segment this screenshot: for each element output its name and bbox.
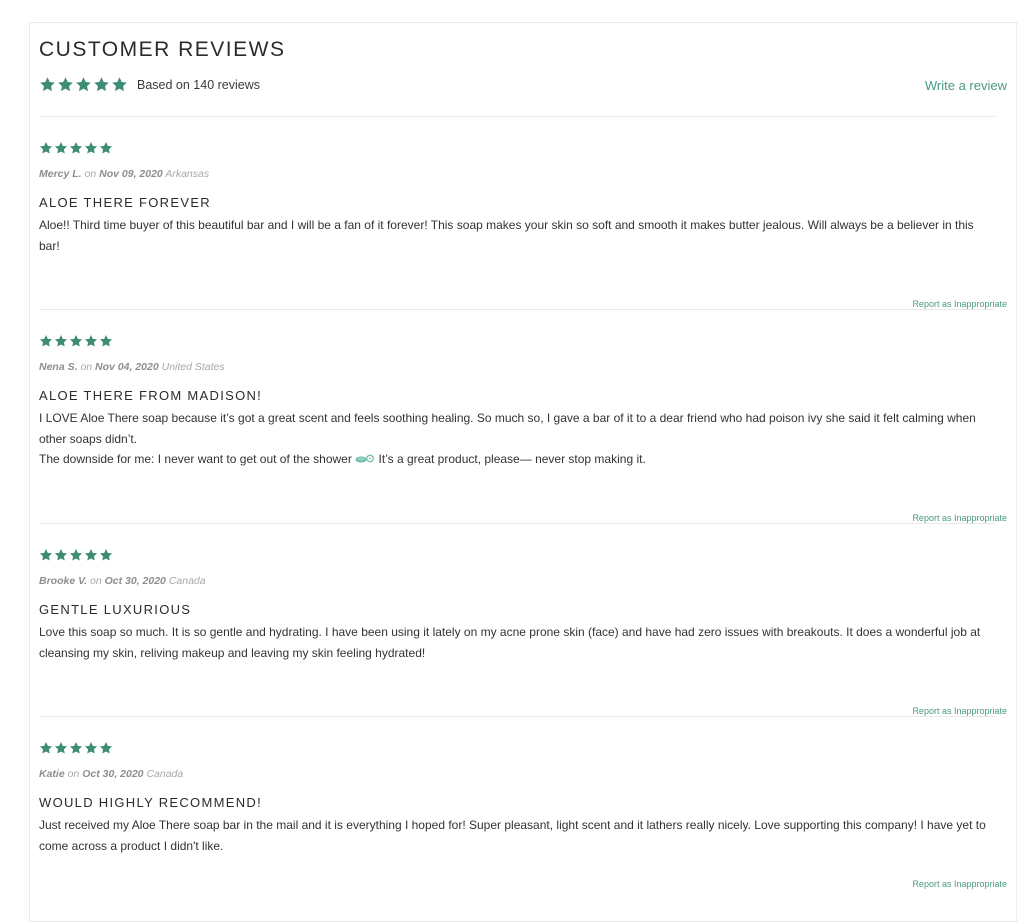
review-stars xyxy=(39,334,113,348)
review-body-text: The downside for me: I never want to get… xyxy=(39,452,352,466)
review-stars xyxy=(39,141,113,155)
star-icon xyxy=(99,334,113,348)
review-stars xyxy=(39,548,113,562)
review-author: Brooke V. xyxy=(39,575,88,587)
star-icon xyxy=(99,741,113,755)
star-icon xyxy=(39,334,53,348)
review-summary: Based on 140 reviews xyxy=(39,76,260,93)
star-icon xyxy=(84,141,98,155)
report-inappropriate-link[interactable]: Report as Inappropriate xyxy=(912,706,1007,716)
star-icon xyxy=(111,76,128,93)
review-author: Nena S. xyxy=(39,361,78,373)
review-body-paragraph: Aloe!! Third time buyer of this beautifu… xyxy=(39,218,974,253)
star-icon xyxy=(84,548,98,562)
review-author: Katie xyxy=(39,768,65,780)
star-icon xyxy=(69,548,83,562)
star-icon xyxy=(54,334,68,348)
star-icon xyxy=(99,141,113,155)
review-on-label: on xyxy=(89,575,102,587)
review-meta: Brooke V. on Oct 30, 2020 Canada xyxy=(39,575,206,587)
review-on-label: on xyxy=(84,168,97,180)
report-inappropriate-link[interactable]: Report as Inappropriate xyxy=(912,299,1007,309)
star-icon xyxy=(57,76,74,93)
review-stars xyxy=(39,741,113,755)
review-date: Oct 30, 2020 xyxy=(82,768,144,780)
review-on-label: on xyxy=(67,768,80,780)
divider xyxy=(39,116,995,117)
star-icon xyxy=(69,741,83,755)
star-icon xyxy=(39,741,53,755)
star-icon xyxy=(84,741,98,755)
review-body: Love this soap so much. It is so gentle … xyxy=(39,622,997,663)
review-location: United States xyxy=(161,361,225,373)
star-icon xyxy=(75,76,92,93)
star-icon xyxy=(39,548,53,562)
star-icon xyxy=(93,76,110,93)
divider xyxy=(39,716,995,717)
review-location: Arkansas xyxy=(165,168,210,180)
review-location: Canada xyxy=(146,768,184,780)
review-title: ALOE THERE FOREVER xyxy=(39,195,211,210)
star-icon xyxy=(54,741,68,755)
review-on-label: on xyxy=(80,361,93,373)
review-location: Canada xyxy=(168,575,206,587)
report-inappropriate-link[interactable]: Report as Inappropriate xyxy=(912,513,1007,523)
soap-bubbles-icon xyxy=(355,450,375,471)
star-icon xyxy=(39,141,53,155)
review-body: I LOVE Aloe There soap because it’s got … xyxy=(39,408,997,471)
review-title: WOULD HIGHLY RECOMMEND! xyxy=(39,795,262,810)
review-title: GENTLE LUXURIOUS xyxy=(39,602,192,617)
review-date: Nov 09, 2020 xyxy=(99,168,163,180)
summary-text: Based on 140 reviews xyxy=(137,77,260,92)
reviews-heading: CUSTOMER REVIEWS xyxy=(39,38,286,61)
review-body: Just received my Aloe There soap bar in … xyxy=(39,815,997,856)
star-icon xyxy=(69,141,83,155)
report-inappropriate-link[interactable]: Report as Inappropriate xyxy=(912,879,1007,889)
review-title: ALOE THERE FROM MADISON! xyxy=(39,388,263,403)
review-body: Aloe!! Third time buyer of this beautifu… xyxy=(39,215,997,256)
star-icon xyxy=(69,334,83,348)
star-icon xyxy=(54,141,68,155)
review-author: Mercy L. xyxy=(39,168,82,180)
review-meta: Nena S. on Nov 04, 2020 United States xyxy=(39,361,225,373)
review-meta: Mercy L. on Nov 09, 2020 Arkansas xyxy=(39,168,209,180)
review-body-paragraph: Love this soap so much. It is so gentle … xyxy=(39,625,981,660)
review-meta: Katie on Oct 30, 2020 Canada xyxy=(39,768,183,780)
review-body-paragraph: I LOVE Aloe There soap because it’s got … xyxy=(39,411,976,446)
reviews-panel: CUSTOMER REVIEWS Based on 140 reviews Wr… xyxy=(29,22,1017,922)
star-icon xyxy=(99,548,113,562)
review-date: Nov 04, 2020 xyxy=(95,361,159,373)
star-icon xyxy=(39,76,56,93)
summary-stars xyxy=(39,76,128,93)
star-icon xyxy=(84,334,98,348)
star-icon xyxy=(54,548,68,562)
review-date: Oct 30, 2020 xyxy=(104,575,166,587)
divider xyxy=(39,523,995,524)
divider xyxy=(39,309,995,310)
write-review-link[interactable]: Write a review xyxy=(925,78,1007,93)
review-body-paragraph: Just received my Aloe There soap bar in … xyxy=(39,818,986,853)
review-body-paragraph: The downside for me: I never want to get… xyxy=(39,449,997,471)
review-body-text: It’s a great product, please— never stop… xyxy=(378,452,646,466)
